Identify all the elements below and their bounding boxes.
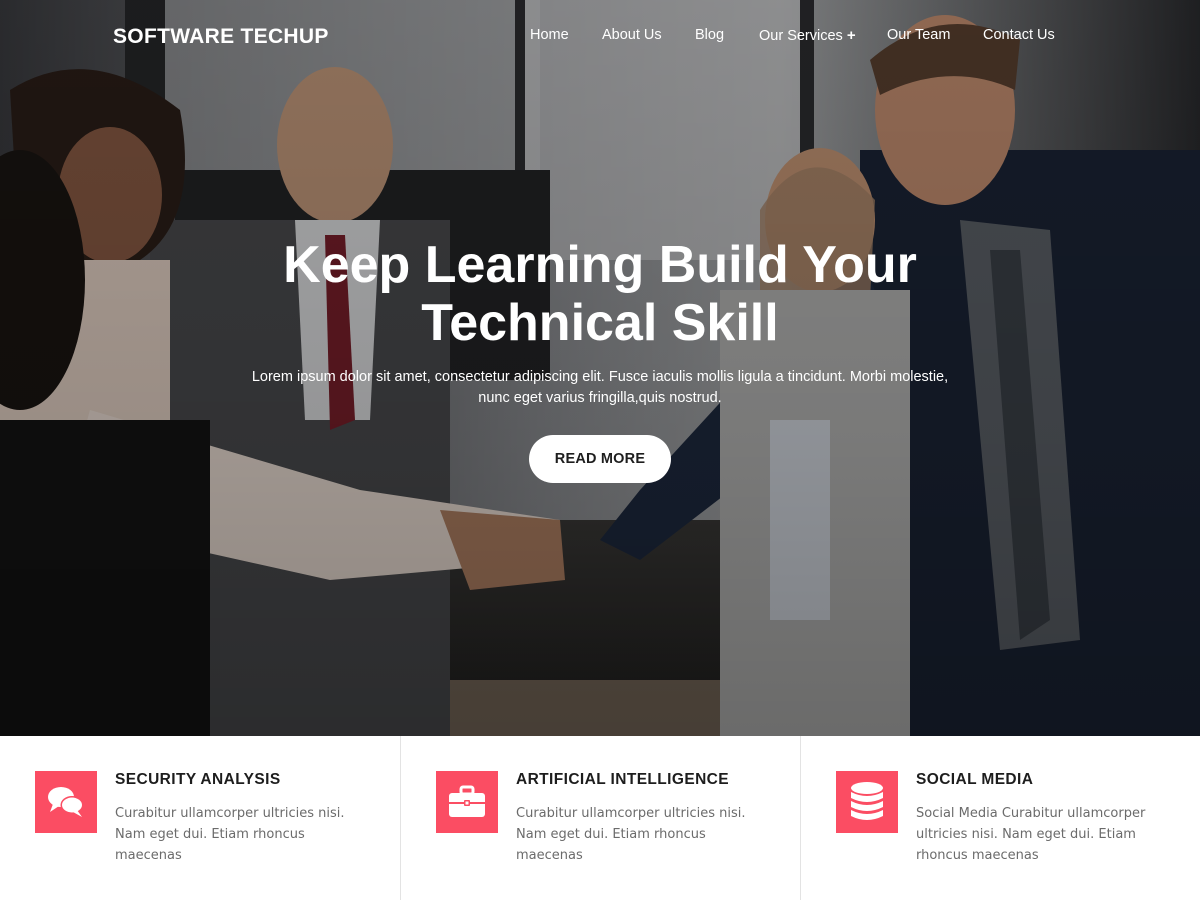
nav-home[interactable]: Home	[530, 27, 569, 43]
feature-text: Social Media Curabitur ullamcorper ultri…	[916, 806, 1146, 863]
hero-description: Lorem ipsum dolor sit amet, consectetur …	[251, 369, 949, 406]
site-header: SOFTWARE TECHUP Home About Us Blog Our S…	[0, 0, 1200, 72]
feature-text: Curabitur ullamcorper ultricies nisi. Na…	[516, 806, 746, 863]
feature-card: ARTIFICIAL INTELLIGENCE Curabitur ullamc…	[400, 736, 800, 900]
feature-title: ARTIFICIAL INTELLIGENCE	[516, 771, 729, 788]
nav-our-services-label: Our Services	[759, 28, 843, 44]
submenu-plus-icon: +	[846, 27, 856, 44]
feature-card: SOCIAL MEDIA Social Media Curabitur ulla…	[800, 736, 1200, 900]
chat-bubbles-icon	[35, 771, 97, 833]
nav-contact-us[interactable]: Contact Us	[983, 27, 1055, 43]
main-nav: Home About Us Blog Our Services + Our Tea…	[0, 27, 1200, 47]
features-section: SECURITY ANALYSIS Curabitur ullamcorper …	[0, 736, 1200, 900]
hero-banner: Keep Learning Build Your Technical Skill…	[0, 0, 1200, 736]
read-more-button[interactable]: READ MORE	[529, 435, 671, 483]
feature-card: SECURITY ANALYSIS Curabitur ullamcorper …	[0, 736, 400, 900]
hero-title-line1: Keep Learning Build Your	[283, 236, 917, 294]
feature-title: SECURITY ANALYSIS	[115, 771, 281, 788]
database-icon	[836, 771, 898, 833]
hero-title-line2: Technical Skill	[421, 294, 779, 352]
hero-title: Keep Learning Build Your Technical Skill	[200, 236, 1000, 352]
nav-blog[interactable]: Blog	[695, 27, 724, 43]
nav-our-services[interactable]: Our Services +	[759, 27, 856, 44]
feature-title: SOCIAL MEDIA	[916, 771, 1034, 788]
briefcase-icon	[436, 771, 498, 833]
nav-about-us[interactable]: About Us	[602, 27, 662, 43]
nav-our-team[interactable]: Our Team	[887, 27, 950, 43]
feature-text: Curabitur ullamcorper ultricies nisi. Na…	[115, 806, 345, 863]
